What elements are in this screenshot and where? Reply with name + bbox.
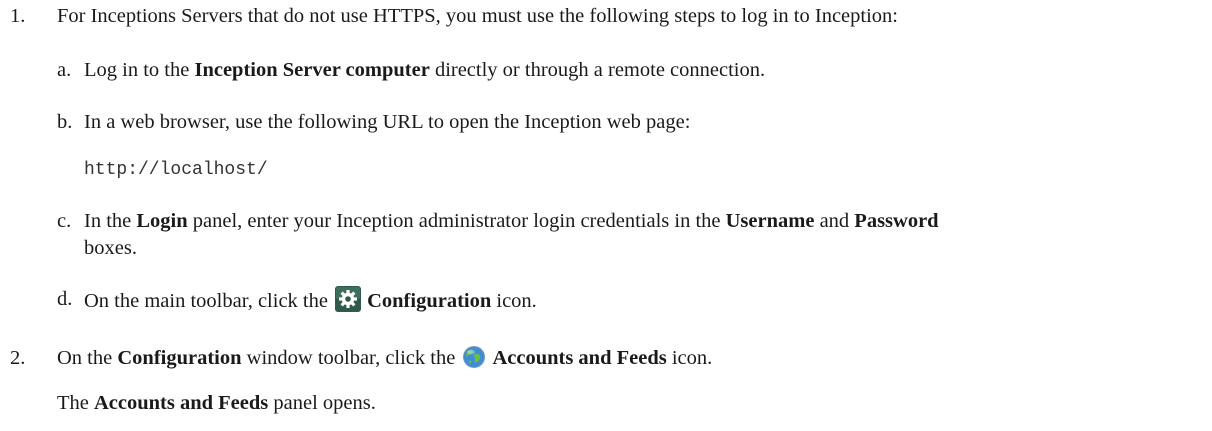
substep-b-letter: b.	[57, 111, 73, 133]
text: On the	[57, 347, 118, 369]
text: panel opens.	[268, 392, 376, 414]
text: icon.	[491, 290, 537, 312]
globe-icon	[462, 345, 486, 376]
gear-icon	[335, 286, 362, 319]
text: and	[814, 210, 855, 232]
substep-c-text: In the Login panel, enter your Inception…	[84, 208, 939, 234]
step-1-text: For Inceptions Servers that do not use H…	[57, 5, 898, 27]
url-code: http://localhost/	[84, 160, 268, 180]
substep-b-text: In a web browser, use the following URL …	[84, 111, 691, 133]
substep-c-letter: c.	[57, 210, 72, 232]
bold-term: Accounts and Feeds	[94, 392, 269, 414]
substep-a-text: Log in to the Inception Server computer …	[84, 57, 765, 83]
text: directly or through a remote connection.	[429, 59, 766, 81]
text: In the	[84, 210, 137, 232]
bold-term: Password	[854, 210, 939, 232]
bold-term: Configuration	[367, 290, 492, 312]
step-1: 1.	[10, 3, 25, 29]
text: icon.	[666, 347, 713, 369]
bold-term: Inception Server computer	[194, 59, 430, 81]
step-2-result: The Accounts and Feeds panel opens.	[57, 390, 376, 416]
step-2: 2.	[10, 347, 26, 369]
text: The	[57, 392, 94, 414]
text: Log in to the	[84, 59, 195, 81]
text: window toolbar, click the	[241, 347, 461, 369]
bold-term: Login	[136, 210, 188, 232]
step-2-text: On the Configuration window toolbar, cli…	[57, 345, 712, 376]
text: On the main toolbar, click the	[84, 290, 334, 312]
substep-d-text: On the main toolbar, click the Configura…	[84, 286, 537, 319]
bold-term: Configuration	[117, 347, 242, 369]
substep-d-letter: d.	[57, 288, 73, 310]
text: panel, enter your Inception administrato…	[187, 210, 726, 232]
substep-c-text-cont: boxes.	[84, 237, 137, 259]
substep-a-letter: a.	[57, 59, 72, 81]
bold-term: Username	[725, 210, 815, 232]
step-number: 1.	[10, 5, 26, 27]
bold-term: Accounts and Feeds	[492, 347, 667, 369]
